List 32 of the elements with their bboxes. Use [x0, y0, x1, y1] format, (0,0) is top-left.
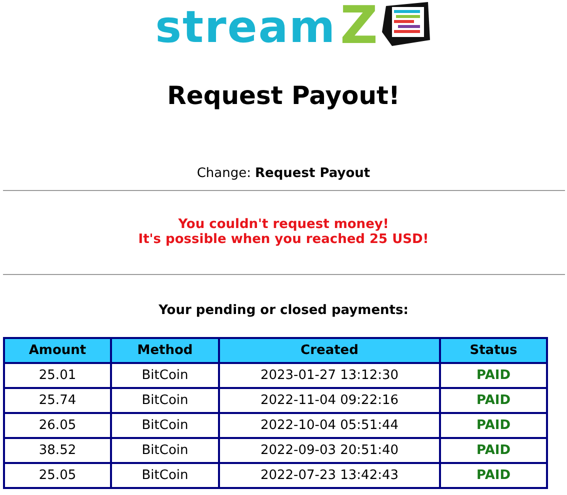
column-header: Amount	[4, 338, 111, 363]
table-cell: 2022-09-03 20:51:40	[219, 438, 440, 463]
column-header: Created	[219, 338, 440, 363]
table-cell: 38.52	[4, 438, 111, 463]
table-cell: 25.74	[4, 388, 111, 413]
logo-text: stream	[155, 6, 336, 50]
error-message: You couldn't request money!	[178, 217, 389, 232]
table-cell: 26.05	[4, 413, 111, 438]
table-cell: 2022-10-04 05:51:44	[219, 413, 440, 438]
column-header: Status	[440, 338, 547, 363]
error-message: It's possible when you reached 25 USD!	[138, 232, 429, 247]
page-title: Request Payout!	[167, 80, 400, 112]
column-header: Method	[111, 338, 219, 363]
logo-letter: Z	[340, 2, 378, 50]
table-cell: BitCoin	[111, 388, 219, 413]
status-cell: PAID	[440, 438, 547, 463]
change-label: Change:	[196, 166, 252, 182]
status-cell: PAID	[440, 388, 547, 413]
status-cell: PAID	[440, 363, 547, 388]
table-cell: BitCoin	[111, 363, 219, 388]
payments-heading: Your pending or closed payments:	[158, 303, 408, 319]
table-cell: BitCoin	[111, 413, 219, 438]
table-cell: BitCoin	[111, 438, 219, 463]
status-cell: PAID	[440, 463, 547, 488]
table-cell: 2023-01-27 13:12:30	[219, 363, 440, 388]
table-cell: 2022-11-04 09:22:16	[219, 388, 440, 413]
table-cell: 25.05	[4, 463, 111, 488]
table-cell: BitCoin	[111, 463, 219, 488]
request-payout-link[interactable]: Request Payout	[255, 166, 370, 182]
table-cell: 2022-07-23 13:42:43	[219, 463, 440, 488]
status-cell: PAID	[440, 413, 547, 438]
table-cell: 25.01	[4, 363, 111, 388]
